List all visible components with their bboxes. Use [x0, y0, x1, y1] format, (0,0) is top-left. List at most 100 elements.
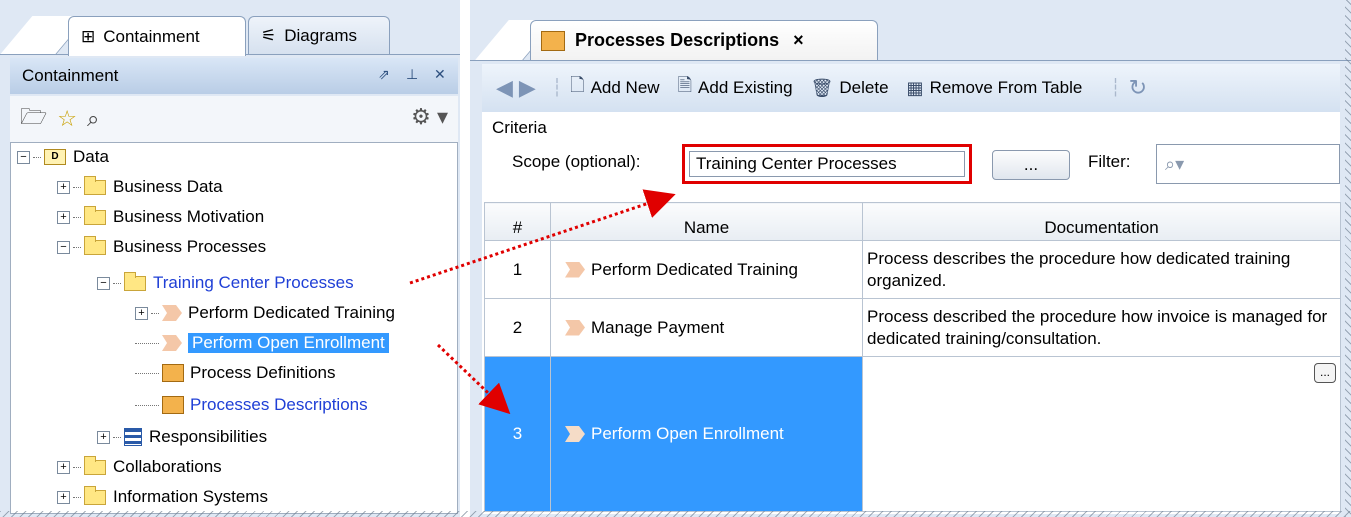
row-documentation[interactable]: ... — [862, 356, 1341, 512]
torn-edge-right — [1345, 0, 1351, 517]
row-number[interactable]: 2 — [484, 298, 551, 357]
tree-item-perform-open-enrollment[interactable]: Perform Open Enrollment — [135, 329, 389, 357]
tree-item-label: Perform Open Enrollment — [188, 333, 389, 353]
add-new-button[interactable]: 🗋 Add New — [570, 73, 659, 103]
collapse-icon[interactable]: − — [17, 150, 30, 164]
tree-item-data[interactable]: − D Data — [17, 143, 109, 171]
back-arrow-icon[interactable]: ◀ — [496, 75, 513, 101]
expand-icon[interactable]: + — [97, 430, 110, 444]
containment-header: Containment ⇗ ⊥ ✕ — [10, 58, 458, 94]
tab-containment[interactable]: ⊞ Containment — [68, 16, 246, 56]
expand-icon[interactable]: + — [135, 306, 148, 320]
tree-item-label: Process Definitions — [190, 363, 336, 382]
process-definitions-diagram-icon — [162, 364, 184, 382]
tree-item-perform-dedicated-training[interactable]: + Perform Dedicated Training — [135, 299, 395, 327]
remove-from-table-button[interactable]: ▦ Remove From Table — [907, 78, 1083, 99]
restore-icon[interactable]: ⇗ — [378, 66, 390, 83]
tree-item-label: Data — [73, 147, 109, 166]
search-icon[interactable]: ⌕ — [87, 106, 99, 132]
trash-icon: 🗑 — [810, 77, 834, 98]
table-editor-panel: Processes Descriptions × ◀ ▶ ┆ 🗋 Add New… — [470, 0, 1351, 517]
tree-item-label: Training Center Processes — [153, 273, 354, 292]
process-icon — [162, 335, 182, 351]
gear-icon[interactable]: ⚙ ▾ — [411, 104, 448, 130]
tab-title: Processes Descriptions — [575, 30, 780, 50]
data-package-icon: D — [44, 149, 66, 165]
add-existing-button[interactable]: 🗎 Add Existing — [678, 73, 793, 103]
table-row-selected[interactable]: 3 Perform Open Enrollment ... — [484, 356, 1341, 512]
row-documentation[interactable]: Process described the procedure how invo… — [862, 298, 1341, 357]
tab-diagrams-label: Diagrams — [284, 25, 357, 45]
expand-icon[interactable]: + — [57, 460, 70, 474]
expand-icon[interactable]: + — [57, 180, 70, 194]
row-name: Perform Open Enrollment — [591, 424, 784, 443]
row-name-cell[interactable]: Perform Dedicated Training — [550, 240, 863, 299]
column-header-name[interactable]: Name — [550, 202, 863, 241]
tree-item-business-data[interactable]: + Business Data — [57, 173, 223, 201]
column-header-number[interactable]: # — [484, 202, 551, 241]
tree-item-label: Responsibilities — [149, 427, 268, 446]
tree-item-label: Processes Descriptions — [190, 395, 368, 414]
expand-icon[interactable]: + — [57, 490, 70, 504]
tab-diagrams[interactable]: ⚟ Diagrams — [248, 16, 390, 54]
new-document-icon: 🗋 — [570, 75, 585, 95]
star-icon[interactable]: ☆ — [57, 106, 77, 132]
edit-documentation-button[interactable]: ... — [1314, 363, 1336, 383]
filter-label: Filter: — [1088, 152, 1131, 171]
forward-arrow-icon[interactable]: ▶ — [519, 75, 536, 101]
containment-header-title: Containment — [22, 66, 119, 85]
tree-item-business-motivation[interactable]: + Business Motivation — [57, 203, 264, 231]
table-icon — [162, 396, 184, 414]
scope-highlight-box: Training Center Processes — [682, 144, 972, 184]
table-row[interactable]: 1 Perform Dedicated Training Process des… — [484, 240, 1341, 299]
row-number[interactable]: 3 — [484, 356, 551, 512]
tab-containment-label: Containment — [103, 26, 200, 46]
open-folder-icon[interactable]: 🗁 — [20, 100, 47, 138]
close-icon[interactable]: × — [793, 30, 804, 51]
folder-icon — [84, 175, 106, 195]
table-header-row: # Name Documentation — [484, 202, 1341, 241]
scope-input[interactable]: Training Center Processes — [689, 151, 965, 177]
tree-item-label: Perform Dedicated Training — [188, 303, 395, 322]
table-toolbar: ◀ ▶ ┆ 🗋 Add New 🗎 Add Existing 🗑 Delete … — [482, 64, 1340, 112]
collapse-icon[interactable]: − — [97, 276, 110, 290]
table-content: Criteria Scope (optional): Training Cent… — [482, 112, 1341, 514]
row-number[interactable]: 1 — [484, 240, 551, 299]
folder-icon — [84, 205, 106, 225]
tree-item-collaborations[interactable]: + Collaborations — [57, 453, 222, 481]
diagrams-icon: ⚟ — [261, 25, 277, 45]
search-dropdown-icon[interactable]: ⌕▾ — [1165, 154, 1184, 174]
row-name-cell[interactable]: Manage Payment — [550, 298, 863, 357]
tree-item-processes-descriptions[interactable]: Processes Descriptions — [135, 391, 368, 419]
tree-item-information-systems[interactable]: + Information Systems — [57, 483, 268, 511]
tree-item-process-definitions[interactable]: Process Definitions — [135, 359, 336, 387]
tree-item-responsibilities[interactable]: + Responsibilities — [97, 423, 267, 451]
close-panel-icon[interactable]: ✕ — [434, 66, 446, 83]
containment-tree-icon: ⊞ — [81, 26, 96, 46]
toolbar-separator: ┆ — [551, 78, 562, 97]
add-existing-icon: 🗎 — [677, 75, 693, 95]
folder-icon — [124, 271, 146, 291]
tree-item-business-processes[interactable]: − Business Processes — [57, 233, 266, 261]
tree-item-training-center-processes[interactable]: − Training Center Processes — [97, 269, 354, 297]
expand-icon[interactable]: + — [57, 210, 70, 224]
folder-icon — [84, 485, 106, 505]
containment-tree: − D Data + Business Data + Business Moti… — [10, 142, 458, 514]
table-icon — [541, 30, 565, 51]
tree-item-label: Collaborations — [113, 457, 222, 476]
table-row[interactable]: 2 Manage Payment Process described the p… — [484, 298, 1341, 357]
remove-from-table-label: Remove From Table — [929, 78, 1083, 97]
filter-input[interactable]: ⌕▾ — [1156, 144, 1340, 184]
row-documentation[interactable]: Process describes the procedure how dedi… — [862, 240, 1341, 299]
collapse-icon[interactable]: − — [57, 240, 70, 254]
delete-button[interactable]: 🗑 Delete — [811, 78, 889, 99]
column-header-documentation[interactable]: Documentation — [862, 202, 1341, 241]
tree-item-label: Business Processes — [113, 237, 267, 256]
tab-processes-descriptions[interactable]: Processes Descriptions × — [530, 20, 878, 60]
row-name-cell[interactable]: Perform Open Enrollment — [550, 356, 863, 512]
pin-icon[interactable]: ⊥ — [406, 66, 418, 83]
refresh-icon[interactable]: ↻ — [1129, 75, 1147, 101]
add-new-label: Add New — [590, 78, 660, 97]
scope-browse-button[interactable]: ... — [992, 150, 1070, 180]
process-icon — [565, 426, 585, 442]
